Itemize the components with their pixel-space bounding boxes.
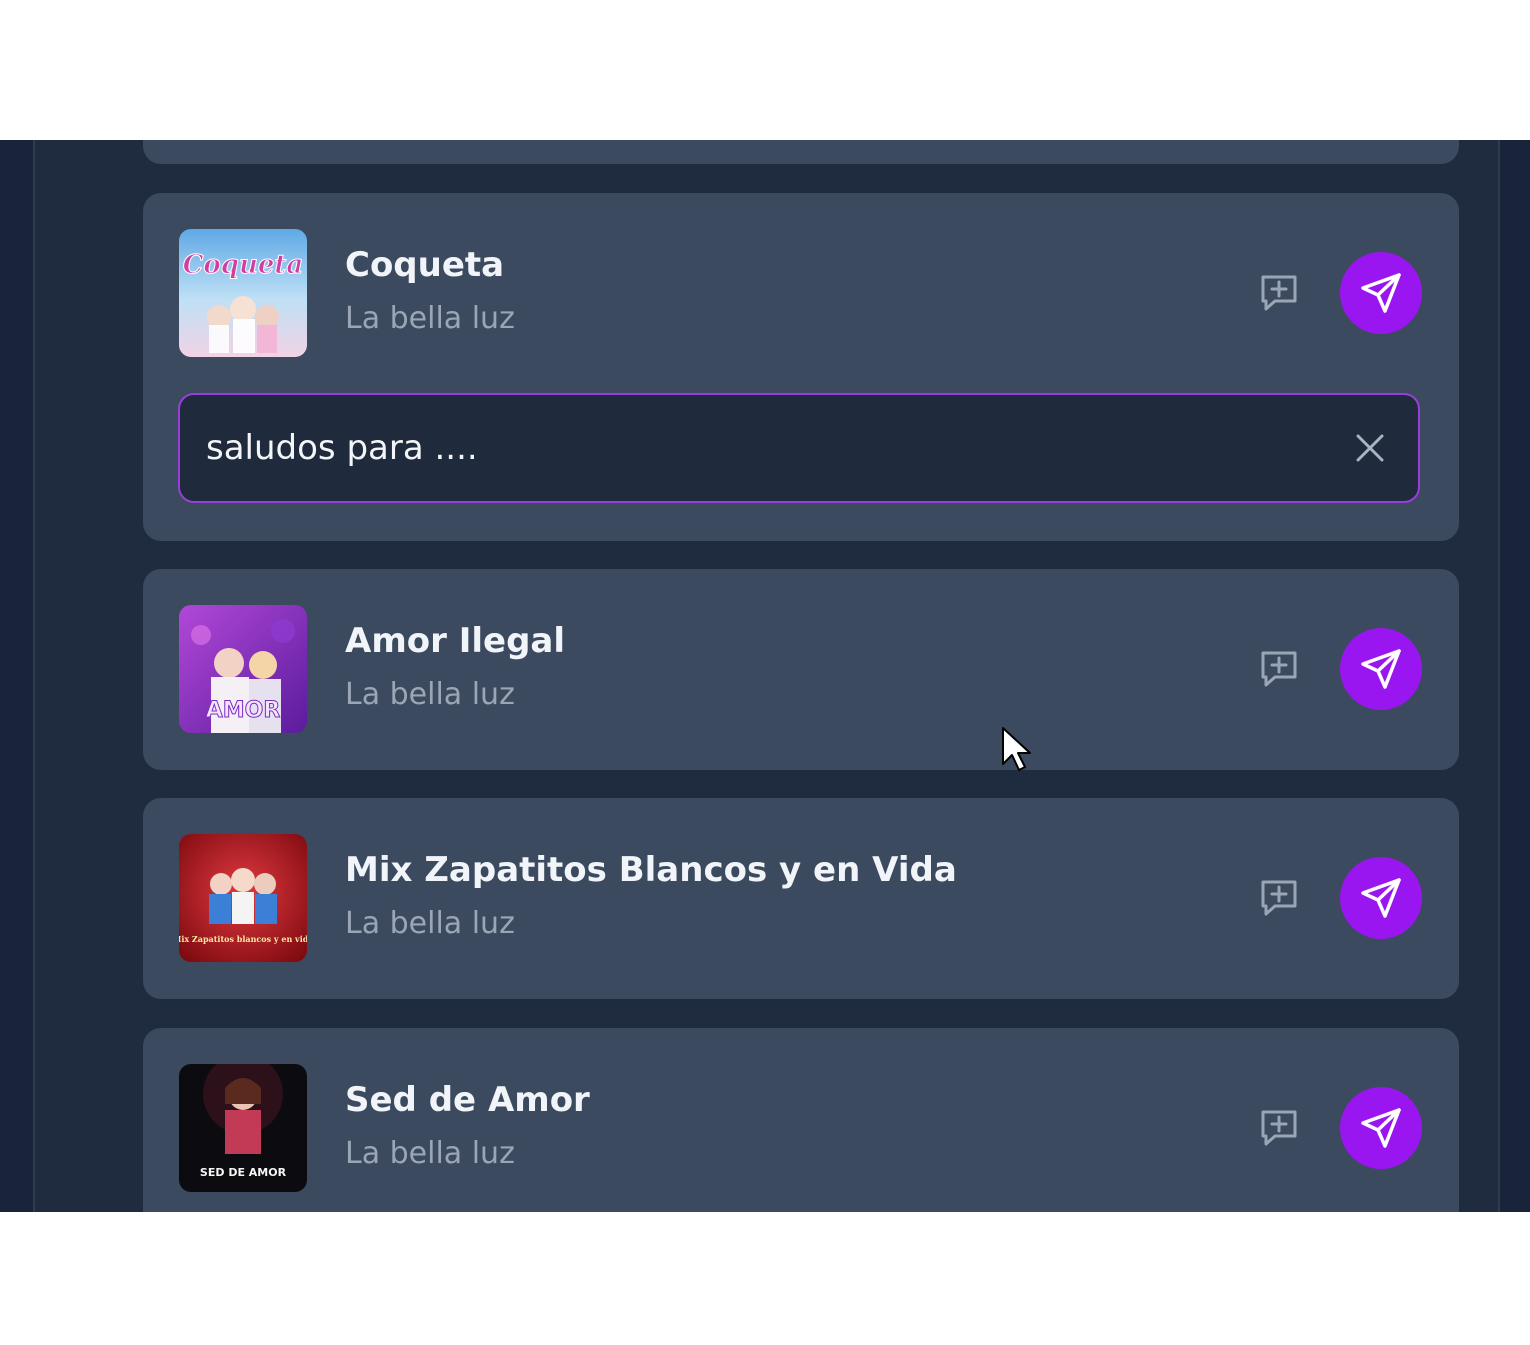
send-button[interactable] bbox=[1340, 252, 1422, 334]
album-cover-text: Mix Zapatitos blancos y en vida bbox=[179, 934, 307, 944]
message-plus-icon bbox=[1261, 651, 1297, 687]
add-message-button[interactable] bbox=[1257, 647, 1301, 691]
album-cover-text: SED DE AMOR bbox=[200, 1166, 287, 1179]
message-plus-icon bbox=[1261, 275, 1297, 311]
song-artist: La bella luz bbox=[345, 677, 515, 712]
message-plus-icon bbox=[1261, 880, 1297, 916]
song-artist: La bella luz bbox=[345, 1136, 515, 1171]
album-cover-text: Coqueta bbox=[183, 250, 304, 280]
add-message-button[interactable] bbox=[1257, 1106, 1301, 1150]
album-cover: SED DE AMOR bbox=[179, 1064, 307, 1192]
song-card: AMOR Amor Ilegal La bella luz bbox=[143, 569, 1459, 770]
song-artist: La bella luz bbox=[345, 906, 515, 941]
song-list-viewport: Coqueta Coqueta La bella luz saludos par… bbox=[0, 140, 1530, 1212]
song-title: Mix Zapatitos Blancos y en Vida bbox=[345, 850, 957, 890]
album-cover-art: SED DE AMOR bbox=[179, 1064, 307, 1192]
add-message-button[interactable] bbox=[1257, 271, 1301, 315]
song-title: Amor Ilegal bbox=[345, 621, 566, 661]
send-button[interactable] bbox=[1340, 1087, 1422, 1169]
song-card: SED DE AMOR Sed de Amor La bella luz bbox=[143, 1028, 1459, 1212]
clear-message-button[interactable] bbox=[1352, 430, 1388, 466]
song-card: Mix Zapatitos blancos y en vida Mix Zapa… bbox=[143, 798, 1459, 999]
album-cover: AMOR bbox=[179, 605, 307, 733]
send-icon bbox=[1361, 649, 1401, 689]
song-card-partial bbox=[143, 140, 1459, 164]
message-input[interactable] bbox=[206, 395, 1306, 501]
mouse-pointer-icon bbox=[1002, 727, 1031, 771]
add-message-button[interactable] bbox=[1257, 876, 1301, 920]
send-button[interactable] bbox=[1340, 857, 1422, 939]
send-icon bbox=[1361, 878, 1401, 918]
close-icon bbox=[1356, 434, 1384, 462]
right-side-panel bbox=[1498, 140, 1530, 1212]
song-title: Coqueta bbox=[345, 245, 505, 285]
album-cover-art: Coqueta bbox=[179, 229, 307, 357]
album-cover-text: AMOR bbox=[206, 698, 281, 723]
left-side-panel bbox=[0, 140, 35, 1212]
album-cover: Coqueta bbox=[179, 229, 307, 357]
song-title: Sed de Amor bbox=[345, 1080, 590, 1120]
album-cover-art: AMOR bbox=[179, 605, 307, 733]
song-artist: La bella luz bbox=[345, 301, 515, 336]
send-icon bbox=[1361, 273, 1401, 313]
album-cover: Mix Zapatitos blancos y en vida bbox=[179, 834, 307, 962]
send-button[interactable] bbox=[1340, 628, 1422, 710]
send-icon bbox=[1361, 1108, 1401, 1148]
album-cover-art: Mix Zapatitos blancos y en vida bbox=[179, 834, 307, 962]
song-card: Coqueta Coqueta La bella luz bbox=[143, 193, 1459, 541]
message-plus-icon bbox=[1261, 1110, 1297, 1146]
message-input-wrapper bbox=[178, 393, 1420, 503]
song-list-panel: Coqueta Coqueta La bella luz saludos par… bbox=[35, 140, 1498, 1212]
